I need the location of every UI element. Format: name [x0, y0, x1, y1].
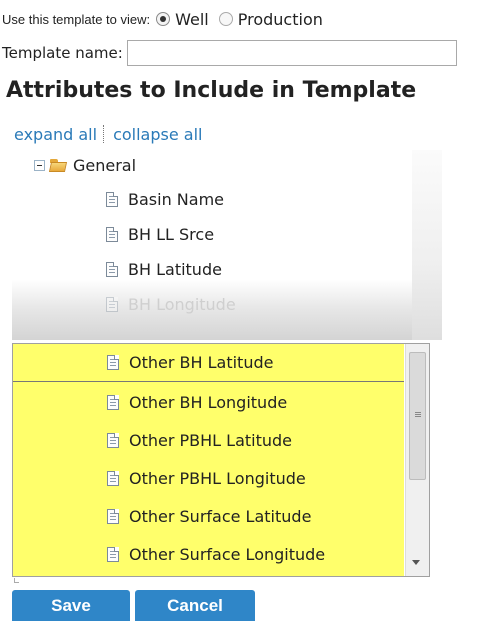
expand-all-link[interactable]: expand all: [14, 125, 97, 144]
tree-item-label: BH Longitude: [128, 295, 236, 314]
dropdown-item-label: Other PBHL Latitude: [129, 430, 293, 450]
scroll-down-arrow-icon[interactable]: [412, 560, 420, 565]
template-name-input[interactable]: [126, 40, 457, 66]
dropdown-item-label: Other Surface Latitude: [129, 506, 312, 526]
dropdown-item[interactable]: Other PBHL Latitude: [13, 421, 404, 459]
document-icon: [106, 192, 118, 207]
dropdown-item[interactable]: Other Surface Longitude: [13, 535, 404, 573]
tree-item[interactable]: BH LL Srce: [106, 225, 214, 244]
tree-item[interactable]: BH Latitude: [106, 260, 222, 279]
document-icon: [106, 227, 118, 242]
cancel-button[interactable]: Cancel: [135, 590, 255, 621]
tree-folder-general[interactable]: General: [34, 156, 136, 175]
tree-item-label: BH Latitude: [128, 260, 222, 279]
radio-well[interactable]: [156, 12, 171, 26]
dropdown-item[interactable]: Other Surface Latitude: [13, 497, 404, 535]
save-button[interactable]: Save: [12, 590, 130, 621]
attribute-tree: General Basin Name BH LL Srce BH Latitud…: [12, 150, 442, 340]
document-icon: [107, 546, 119, 562]
resize-corner: [14, 578, 19, 583]
view-selector: Use this template to view: Well Producti…: [2, 6, 333, 32]
dropdown-list: Other BH Latitude Other BH Longitude Oth…: [13, 344, 404, 576]
template-name-label: Template name:: [2, 44, 123, 62]
attribute-dropdown: Other BH Latitude Other BH Longitude Oth…: [12, 343, 430, 577]
tree-item[interactable]: Basin Name: [106, 190, 224, 209]
section-title: Attributes to Include in Template: [6, 78, 417, 103]
dropdown-item-label: Other BH Longitude: [129, 392, 288, 412]
template-editor: Use this template to view: Well Producti…: [0, 0, 492, 621]
dropdown-scrollbar[interactable]: [405, 344, 429, 576]
collapse-all-link[interactable]: collapse all: [113, 125, 202, 144]
folder-open-icon: [50, 159, 68, 172]
document-icon: [107, 355, 119, 370]
dropdown-item-label: Other PBHL Longitude: [129, 468, 306, 488]
tree-item[interactable]: BH Longitude: [106, 295, 236, 314]
document-icon: [106, 262, 118, 277]
document-icon: [107, 508, 119, 524]
scroll-grip-icon: [415, 412, 421, 413]
tree-item-label: BH LL Srce: [128, 225, 215, 244]
dropdown-scroll-thumb[interactable]: [409, 352, 426, 480]
tree-item-label: Basin Name: [128, 190, 224, 209]
collapse-toggle-icon[interactable]: [34, 160, 45, 171]
template-name-row: Template name:: [2, 38, 457, 68]
dropdown-item[interactable]: Other BH Longitude: [13, 383, 404, 421]
dropdown-item-label: Other BH Latitude: [129, 353, 274, 372]
radio-production-label[interactable]: Production: [238, 10, 323, 29]
tree-controls: expand all collapse all: [14, 123, 202, 145]
tree-scrollbar[interactable]: [412, 150, 442, 340]
dropdown-item[interactable]: Other BH Latitude: [13, 344, 404, 382]
document-icon: [107, 394, 119, 410]
tree-folder-label: General: [73, 156, 137, 175]
radio-production[interactable]: [218, 12, 233, 26]
radio-well-label[interactable]: Well: [175, 10, 209, 29]
document-icon: [107, 470, 119, 486]
document-icon: [106, 297, 118, 312]
link-divider: [103, 125, 105, 143]
document-icon: [107, 432, 119, 448]
view-selector-label: Use this template to view:: [2, 11, 151, 27]
dropdown-item[interactable]: Other PBHL Longitude: [13, 459, 404, 497]
dropdown-item-label: Other Surface Longitude: [129, 544, 326, 564]
